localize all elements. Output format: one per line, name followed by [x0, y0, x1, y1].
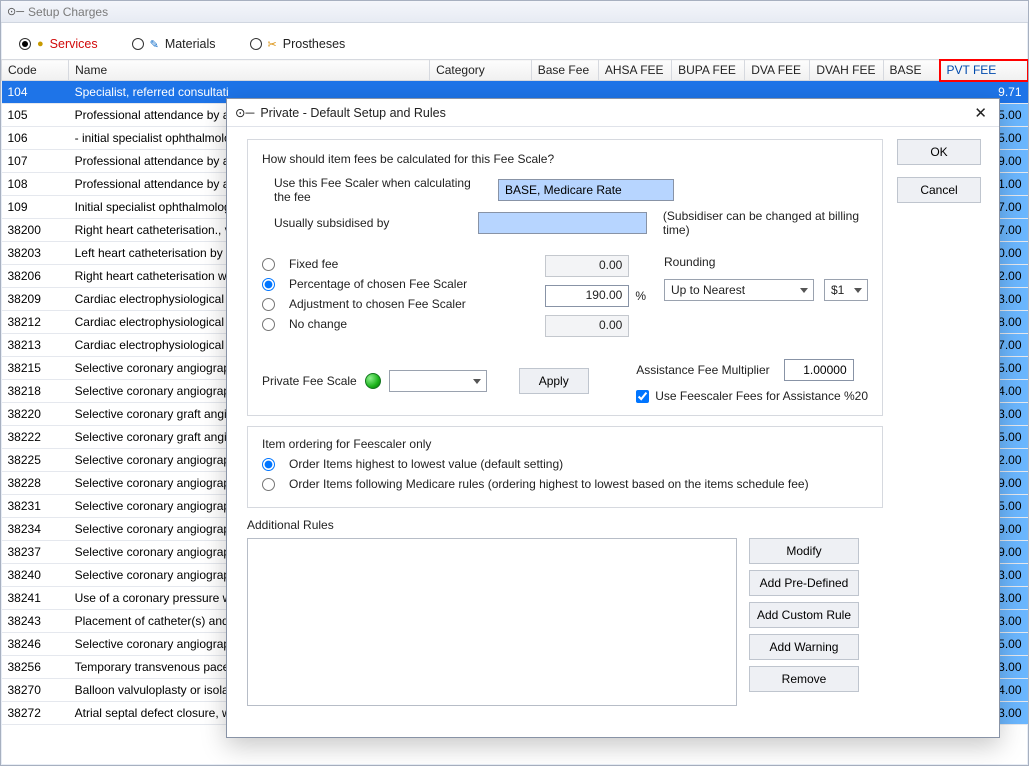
subsidised-note: (Subsidiser can be changed at billing ti… — [663, 209, 868, 237]
percentage-value[interactable]: 190.00 — [545, 285, 629, 307]
use-feescaler-label: Use Feescaler Fees for Assistance %20 — [655, 389, 868, 403]
assistance-multiplier-label: Assistance Fee Multiplier — [636, 363, 769, 377]
window-titlebar: ⊙─ Setup Charges — [1, 1, 1028, 23]
add-warning-button[interactable]: Add Warning — [749, 634, 859, 660]
tab-prostheses-label: Prostheses — [283, 37, 346, 51]
col-dvah-fee[interactable]: DVAH FEE — [810, 60, 883, 81]
ordering-title: Item ordering for Feescaler only — [262, 437, 868, 451]
fee-calc-section: How should item fees be calculated for t… — [247, 139, 883, 416]
remove-button[interactable]: Remove — [749, 666, 859, 692]
adjustment-value: 0.00 — [545, 315, 629, 337]
private-rules-dialog: ⊙─ Private - Default Setup and Rules ✕ H… — [226, 98, 1000, 738]
percent-symbol: % — [635, 289, 646, 303]
col-bupa-fee[interactable]: BUPA FEE — [672, 60, 745, 81]
additional-rules-label: Additional Rules — [247, 518, 985, 532]
key-icon: ⊙─ — [235, 105, 254, 120]
fixed-fee-label: Fixed fee — [289, 257, 338, 271]
prostheses-icon: ✂ — [268, 38, 277, 51]
subsidised-input[interactable] — [478, 212, 647, 234]
col-code[interactable]: Code — [2, 60, 69, 81]
dialog-title: Private - Default Setup and Rules — [260, 106, 446, 120]
tab-services[interactable]: ● Services — [19, 37, 98, 51]
tab-materials[interactable]: ✎ Materials — [132, 37, 216, 51]
percentage-label: Percentage of chosen Fee Scaler — [289, 277, 467, 291]
info-icon[interactable] — [365, 373, 381, 389]
radio-order-highest[interactable] — [262, 458, 275, 471]
tab-materials-label: Materials — [165, 37, 216, 51]
radio-fixed-fee[interactable] — [262, 258, 275, 271]
materials-icon: ✎ — [150, 38, 159, 51]
window-title: Setup Charges — [28, 5, 108, 19]
col-category[interactable]: Category — [430, 60, 532, 81]
order-highest-label: Order Items highest to lowest value (def… — [289, 457, 563, 471]
cancel-button[interactable]: Cancel — [897, 177, 981, 203]
col-pvt-fee[interactable]: PVT FEE — [940, 60, 1028, 81]
fee-scaler-label: Use this Fee Scaler when calculating the… — [274, 176, 490, 204]
add-predefined-button[interactable]: Add Pre-Defined — [749, 570, 859, 596]
col-dva-fee[interactable]: DVA FEE — [745, 60, 810, 81]
rounding-mode-select[interactable]: Up to Nearest — [664, 279, 814, 301]
order-medicare-label: Order Items following Medicare rules (or… — [289, 477, 809, 491]
fee-scaler-input[interactable] — [498, 179, 674, 201]
fee-calc-prompt: How should item fees be calculated for t… — [262, 152, 868, 166]
key-icon: ⊙─ — [7, 5, 24, 18]
fixed-fee-value: 0.00 — [545, 255, 629, 277]
adjustment-label: Adjustment to chosen Fee Scaler — [289, 297, 466, 311]
tab-services-label: Services — [50, 37, 98, 51]
assistance-multiplier-input[interactable] — [784, 359, 854, 381]
dialog-titlebar[interactable]: ⊙─ Private - Default Setup and Rules ✕ — [227, 99, 999, 127]
apply-button[interactable]: Apply — [519, 368, 589, 394]
subsidised-label: Usually subsidised by — [274, 216, 470, 230]
radio-no-change[interactable] — [262, 318, 275, 331]
rounding-label: Rounding — [664, 255, 868, 269]
private-fee-scale-select[interactable] — [389, 370, 487, 392]
radio-adjustment[interactable] — [262, 298, 275, 311]
col-base-fee[interactable]: Base Fee — [531, 60, 598, 81]
private-fee-scale-label: Private Fee Scale — [262, 374, 357, 388]
rounding-step-select[interactable]: $1 — [824, 279, 868, 301]
ok-button[interactable]: OK — [897, 139, 981, 165]
radio-order-medicare[interactable] — [262, 478, 275, 491]
use-feescaler-checkbox[interactable] — [636, 390, 649, 403]
radio-percentage[interactable] — [262, 278, 275, 291]
close-icon[interactable]: ✕ — [970, 104, 991, 122]
ordering-section: Item ordering for Feescaler only Order I… — [247, 426, 883, 508]
setup-charges-window: ⊙─ Setup Charges ● Services ✎ Materials … — [0, 0, 1029, 766]
add-custom-rule-button[interactable]: Add Custom Rule — [749, 602, 859, 628]
type-tabs: ● Services ✎ Materials ✂ Prostheses — [1, 23, 1028, 59]
modify-button[interactable]: Modify — [749, 538, 859, 564]
col-name[interactable]: Name — [69, 60, 430, 81]
additional-rules-list[interactable] — [247, 538, 737, 706]
services-icon: ● — [37, 38, 44, 50]
no-change-label: No change — [289, 317, 347, 331]
col-base[interactable]: BASE — [883, 60, 940, 81]
col-ahsa-fee[interactable]: AHSA FEE — [598, 60, 671, 81]
tab-prostheses[interactable]: ✂ Prostheses — [250, 37, 346, 51]
